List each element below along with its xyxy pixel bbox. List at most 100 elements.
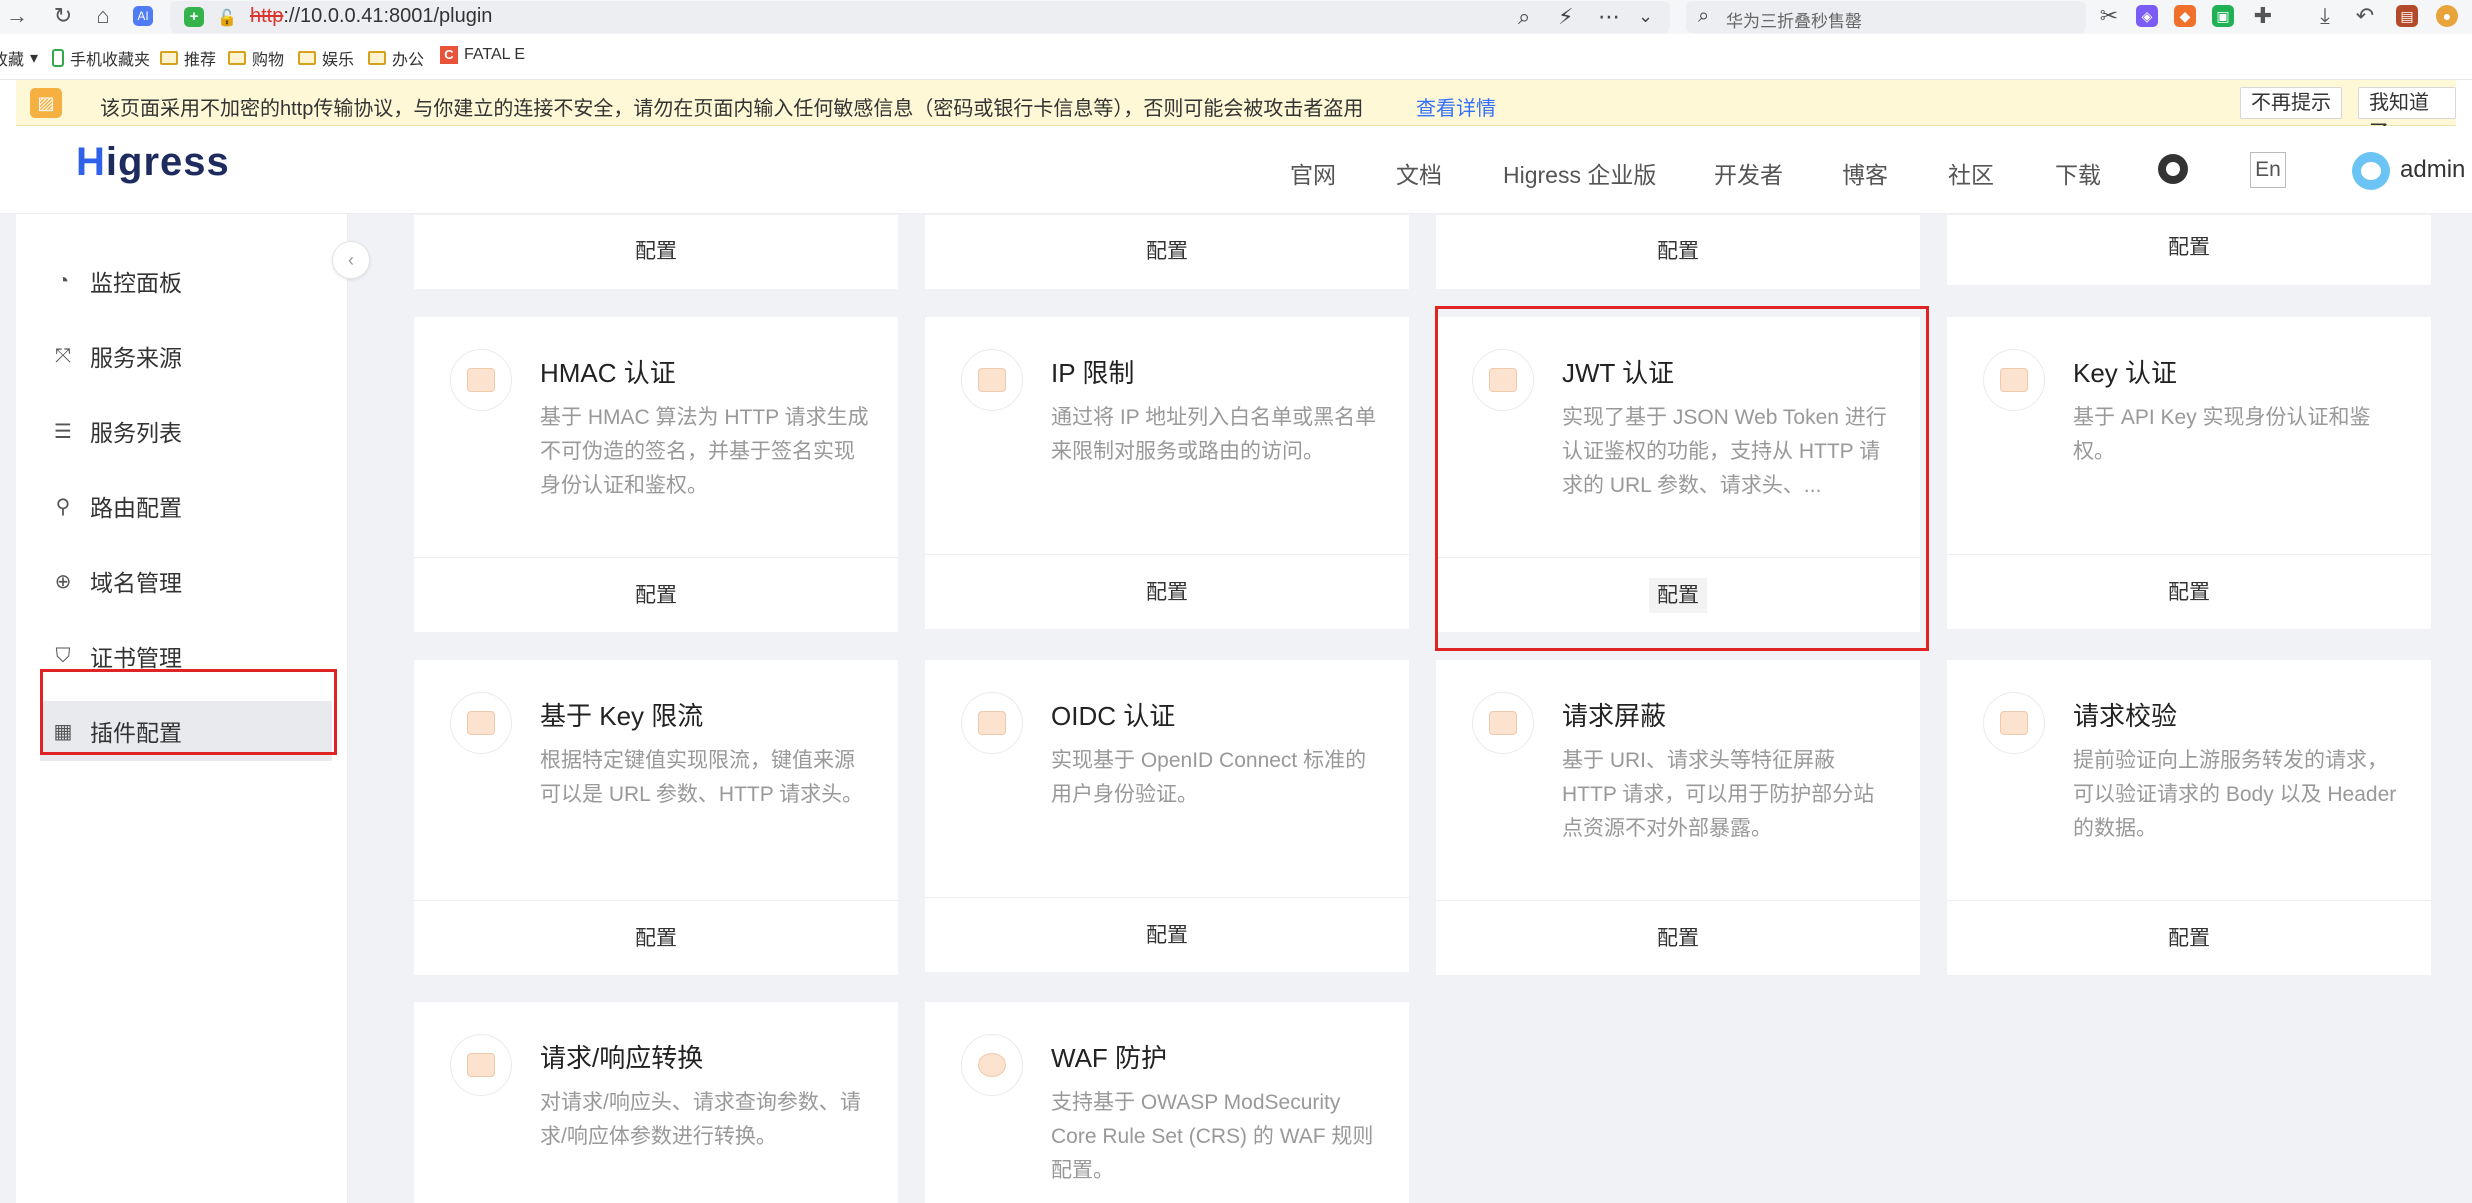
plugin-icon bbox=[961, 692, 1023, 754]
phone-icon bbox=[52, 49, 64, 67]
bookmark-favorites[interactable]: 收藏 ▾ bbox=[0, 46, 38, 70]
got-it-button[interactable]: 我知道了 bbox=[2358, 87, 2456, 144]
plugin-card-hmac-auth: HMAC 认证 基于 HMAC 算法为 HTTP 请求生成不可伪造的签名，并基于… bbox=[414, 317, 898, 632]
security-shield-icon[interactable]: + bbox=[184, 7, 204, 27]
plugin-title: JWT 认证 bbox=[1562, 358, 1675, 388]
plugin-config-button[interactable]: 配置 bbox=[1947, 900, 2431, 975]
plugin-description: 支持基于 OWASP ModSecurity Core Rule Set (CR… bbox=[1051, 1091, 1374, 1182]
plugin-card-config-button[interactable]: 配置 bbox=[1436, 215, 1920, 289]
plugin-card-key-auth: Key 认证 基于 API Key 实现身份认证和鉴权。 配置 bbox=[1947, 317, 2431, 629]
lightning-icon[interactable]: ⚡ bbox=[1558, 4, 1573, 30]
nav-download[interactable]: 下载 bbox=[2055, 156, 2101, 190]
bookmark-mobile[interactable]: 手机收藏夹 bbox=[52, 46, 150, 70]
plugin-icon bbox=[961, 349, 1023, 411]
sidebar-item-plugin-config[interactable]: ▦ 插件配置 bbox=[40, 701, 332, 761]
extension-green-icon[interactable]: ▣ bbox=[2212, 5, 2234, 27]
plugin-description: 基于 HMAC 算法为 HTTP 请求生成不可伪造的签名，并基于签名实现身份认证… bbox=[540, 406, 869, 497]
plugin-title: HMAC 认证 bbox=[540, 358, 676, 388]
browser-search-box[interactable]: ⌕ 华为三折叠秒售罄 bbox=[1686, 1, 2086, 33]
ai-assistant-icon[interactable]: AI bbox=[130, 3, 156, 29]
plugin-config-button[interactable]: 配置 bbox=[414, 900, 898, 975]
plugin-description: 基于 API Key 实现身份认证和鉴权。 bbox=[2073, 406, 2371, 463]
plugin-config-button[interactable]: 配置 bbox=[925, 554, 1409, 629]
plugin-title: OIDC 认证 bbox=[1051, 701, 1176, 731]
nav-enterprise[interactable]: Higress 企业版 bbox=[1503, 156, 1656, 190]
bookmark-entertainment[interactable]: 娱乐 bbox=[298, 46, 354, 70]
plugin-config-button[interactable]: 配置 bbox=[1436, 900, 1920, 975]
search-icon: ⌕ bbox=[1698, 5, 1710, 27]
sidebar-item-certificate[interactable]: ⛉ 证书管理 bbox=[40, 626, 332, 686]
sidebar-item-route-config[interactable]: ⚲ 路由配置 bbox=[40, 476, 332, 536]
bookmark-shopping[interactable]: 购物 bbox=[228, 46, 284, 70]
warning-image-icon: ▨ bbox=[30, 88, 62, 118]
plugin-icon bbox=[450, 349, 512, 411]
profile-icon[interactable]: ● bbox=[2436, 5, 2458, 27]
insecure-lock-icon[interactable]: 🔓 bbox=[217, 8, 237, 28]
plugin-card-config-button[interactable]: 配置 bbox=[414, 215, 898, 289]
plugin-description: 根据特定键值实现限流，键值来源可以是 URL 参数、HTTP 请求头。 bbox=[540, 749, 864, 806]
sidebar-collapse-button[interactable]: ‹ bbox=[332, 241, 370, 279]
globe-icon: ⊕ bbox=[54, 570, 72, 593]
sidebar-item-service-list[interactable]: ☰ 服务列表 bbox=[40, 401, 332, 461]
plugin-icon bbox=[1983, 692, 2045, 754]
nav-community[interactable]: 社区 bbox=[1948, 156, 1994, 190]
folder-icon bbox=[228, 51, 246, 65]
home-icon[interactable]: ⌂ bbox=[90, 3, 116, 29]
plugin-description: 基于 URI、请求头等特征屏蔽 HTTP 请求，可以用于防护部分站点资源不对外部… bbox=[1562, 749, 1875, 840]
nav-developers[interactable]: 开发者 bbox=[1714, 156, 1783, 190]
plugin-config-button[interactable]: 配置 bbox=[925, 897, 1409, 972]
bookmark-office[interactable]: 办公 bbox=[368, 46, 424, 70]
scissors-icon[interactable]: ✂ bbox=[2096, 3, 2122, 29]
plugin-card-request-block: 请求屏蔽 基于 URI、请求头等特征屏蔽 HTTP 请求，可以用于防护部分站点资… bbox=[1436, 660, 1920, 975]
warning-text: 该页面采用不加密的http传输协议，与你建立的连接不安全，请勿在页面内输入任何敏… bbox=[100, 98, 1364, 120]
forward-icon[interactable]: → bbox=[4, 3, 30, 29]
plugin-card-config-button[interactable]: 配置 bbox=[1947, 215, 2431, 285]
dashboard-icon: ◔ bbox=[56, 269, 70, 292]
plugin-icon bbox=[1472, 692, 1534, 754]
zoom-icon[interactable]: ⌕ bbox=[1518, 4, 1530, 30]
bookmark-recommend[interactable]: 推荐 bbox=[160, 46, 216, 70]
bookmark-fatal[interactable]: C FATAL E bbox=[440, 46, 525, 64]
dont-show-again-button[interactable]: 不再提示 bbox=[2240, 87, 2342, 119]
plugin-description: 对请求/响应头、请求查询参数、请求/响应体参数进行转换。 bbox=[540, 1091, 861, 1148]
sidebar-item-service-source[interactable]: ⤧ 服务来源 bbox=[40, 326, 332, 386]
download-icon[interactable]: ⤓ bbox=[2312, 3, 2338, 29]
plugin-icon bbox=[1983, 349, 2045, 411]
fatal-icon: C bbox=[440, 46, 458, 64]
briefcase-icon[interactable]: ▤ bbox=[2396, 5, 2418, 27]
reload-icon[interactable]: ↻ bbox=[50, 3, 76, 29]
nav-official-site[interactable]: 官网 bbox=[1290, 156, 1336, 190]
plugin-config-button[interactable]: 配置 bbox=[1947, 554, 2431, 629]
plugin-config-button[interactable]: 配置 bbox=[1436, 557, 1920, 632]
url-text[interactable]: http://10.0.0.41:8001/plugin bbox=[250, 5, 492, 28]
plugin-card-config-button[interactable]: 配置 bbox=[925, 215, 1409, 289]
chevron-down-icon[interactable]: ⌄ bbox=[1638, 6, 1653, 27]
plugin-description: 通过将 IP 地址列入白名单或黑名单来限制对服务或路由的访问。 bbox=[1051, 406, 1377, 463]
more-icon[interactable]: ⋯ bbox=[1598, 4, 1620, 30]
sidebar: ◔ 监控面板 ⤧ 服务来源 ☰ 服务列表 ⚲ 路由配置 ⊕ 域名管理 ⛉ 证书管理 ▦ 插件配… bbox=[16, 214, 348, 1203]
folder-icon bbox=[298, 51, 316, 65]
folder-icon bbox=[368, 51, 386, 65]
nav-blog[interactable]: 博客 bbox=[1842, 156, 1888, 190]
undo-icon[interactable]: ↶ bbox=[2352, 3, 2378, 29]
username[interactable]: admin bbox=[2400, 156, 2465, 184]
plugin-config-button[interactable]: 配置 bbox=[414, 557, 898, 632]
plugin-card-waf: WAF 防护 支持基于 OWASP ModSecurity Core Rule … bbox=[925, 1002, 1409, 1203]
github-icon[interactable] bbox=[2158, 154, 2188, 184]
user-avatar[interactable] bbox=[2352, 152, 2390, 190]
sidebar-item-domain[interactable]: ⊕ 域名管理 bbox=[40, 551, 332, 611]
warning-details-link[interactable]: 查看详情 bbox=[1416, 92, 1496, 121]
insecure-warning-bar: ▨ 该页面采用不加密的http传输协议，与你建立的连接不安全，请勿在页面内输入任… bbox=[16, 80, 2456, 144]
sidebar-item-dashboard[interactable]: ◔ 监控面板 bbox=[40, 251, 332, 311]
plugin-title: 请求/响应转换 bbox=[540, 1043, 704, 1073]
higress-logo[interactable]: Higress bbox=[76, 140, 230, 185]
puzzle-icon[interactable]: ✚ bbox=[2250, 3, 2276, 29]
nav-docs[interactable]: 文档 bbox=[1396, 156, 1442, 190]
plugin-description: 提前验证向上游服务转发的请求，可以验证请求的 Body 以及 Header 的数… bbox=[2073, 749, 2397, 840]
address-bar[interactable]: + 🔓 http://10.0.0.41:8001/plugin ⌕ ⚡ ⋯ ⌄ bbox=[170, 1, 1670, 33]
language-toggle[interactable]: En bbox=[2250, 152, 2286, 188]
plugin-icon bbox=[450, 1034, 512, 1096]
plugin-card-transformer: 请求/响应转换 对请求/响应头、请求查询参数、请求/响应体参数进行转换。 bbox=[414, 1002, 898, 1203]
extension-purple-icon[interactable]: ◈ bbox=[2136, 5, 2158, 27]
extension-orange-icon[interactable]: ◆ bbox=[2174, 5, 2196, 27]
